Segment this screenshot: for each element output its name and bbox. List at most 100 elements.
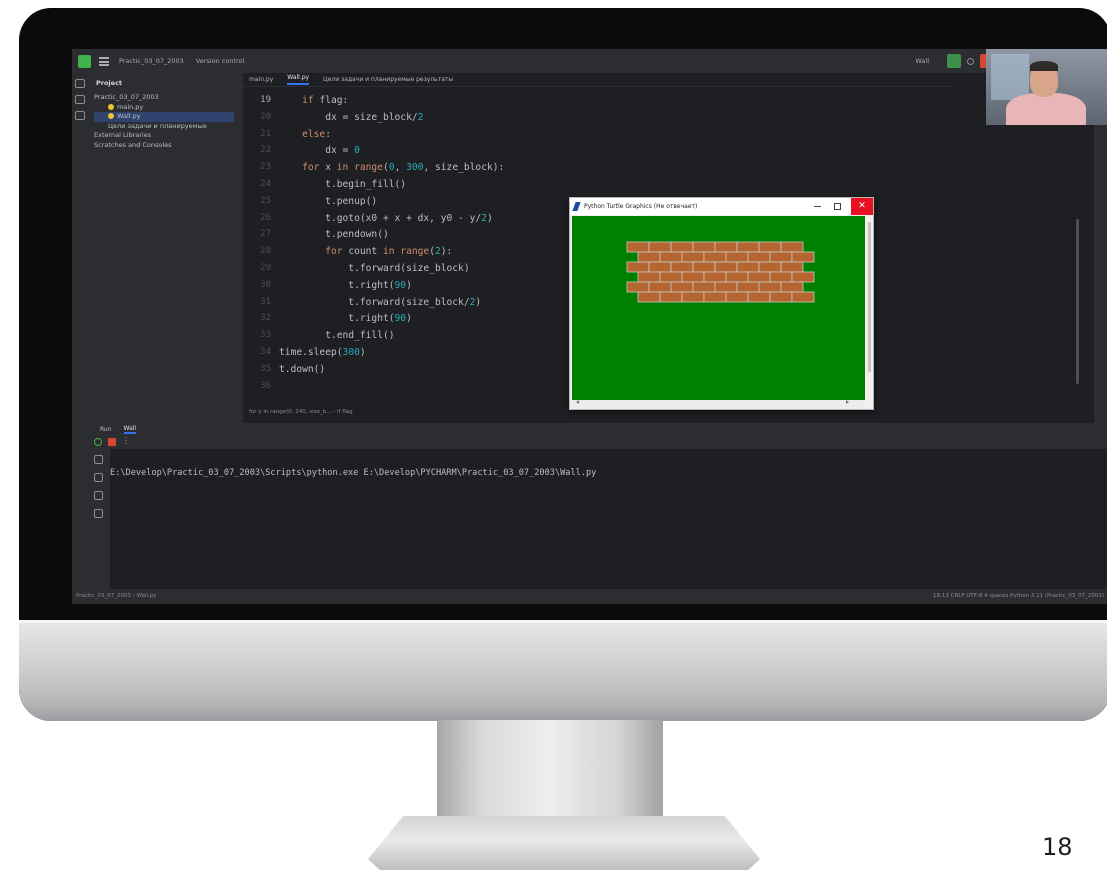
status-bar: Practic_03_07_2003 › Wall.py 18:13 CRLF …: [72, 589, 1107, 604]
status-info[interactable]: 18:13 CRLF UTF-8 4 spaces Python 3.11 (P…: [933, 593, 1104, 599]
run-console[interactable]: E:\Develop\Practic_03_07_2003\Scripts\py…: [110, 449, 1107, 589]
code-token: ):: [440, 246, 453, 258]
scroll-right-icon[interactable]: [846, 400, 849, 404]
line-number: 25: [260, 195, 271, 206]
code-line: t.forward(size_block): [279, 263, 504, 280]
editor-scrollbar[interactable]: [1076, 219, 1079, 384]
project-tree-item-label: Practic_03_07_2003: [94, 93, 159, 101]
more-tools-icon[interactable]: [75, 111, 85, 120]
brick: [769, 291, 793, 303]
editor-breadcrumb[interactable]: for y in range(0, 240, size_b... › if fl…: [243, 409, 1043, 421]
turtle-window-titlebar[interactable]: Python Turtle Graphics (Не отвечает) ✕: [570, 198, 873, 215]
line-number-gutter: 19 20 21 22 23 24 25 26 27 28 29 30 31 32 33 34 35 36: [243, 95, 271, 397]
brick: [659, 251, 683, 263]
code-token: ): [406, 313, 412, 325]
project-tree-item[interactable]: External Libraries: [94, 131, 234, 141]
brick: [648, 261, 672, 273]
webcam-presenter-hair: [1030, 61, 1058, 71]
code-token: range: [400, 246, 430, 258]
hamburger-menu-icon[interactable]: [99, 56, 109, 66]
print-icon[interactable]: [94, 491, 103, 500]
python-feather-icon: [572, 202, 581, 211]
rerun-icon[interactable]: [94, 438, 102, 446]
code-token: 0: [354, 145, 360, 157]
line-number: 24: [260, 178, 271, 189]
run-button[interactable]: [947, 54, 961, 68]
project-tree-item[interactable]: Цели задачи и планируемые: [94, 122, 234, 132]
code-token: in: [336, 162, 349, 174]
maximize-icon[interactable]: [834, 203, 841, 210]
project-tree-item-label: Scratches and Consoles: [94, 140, 172, 149]
code-token: t.penup(): [279, 195, 378, 207]
ide-screen: Practic_03_07_2003 Version control Wall …: [72, 49, 1107, 604]
turtle-window-title: Python Turtle Graphics (Не отвечает): [584, 203, 698, 210]
line-number: 19: [260, 95, 271, 105]
code-token: 300: [342, 346, 360, 358]
structure-tool-icon[interactable]: [75, 95, 85, 104]
page-number: 18: [1042, 833, 1073, 861]
line-number: 20: [260, 111, 271, 122]
stop-run-icon[interactable]: [108, 438, 116, 446]
brick: [780, 261, 804, 273]
code-line: t.pendown(): [279, 229, 504, 246]
monitor-stand-neck: [437, 720, 663, 818]
project-tree-item[interactable]: main.py: [94, 103, 234, 113]
more-options-icon[interactable]: ⋮: [122, 436, 130, 445]
brick: [703, 271, 727, 283]
project-tool-icon[interactable]: [75, 79, 85, 88]
turtle-horizontal-scrollbar[interactable]: [572, 400, 865, 407]
trash-icon[interactable]: [94, 509, 103, 518]
project-name[interactable]: Practic_03_07_2003: [119, 57, 184, 65]
webcam-presenter-body: [1006, 93, 1086, 125]
debug-icon[interactable]: [967, 57, 974, 65]
scroll-left-icon[interactable]: [576, 400, 579, 404]
brick: [692, 261, 716, 273]
scroll-to-end-icon[interactable]: [94, 455, 103, 464]
editor-tab[interactable]: main.py: [249, 76, 273, 83]
run-config-selector[interactable]: Wall: [915, 57, 929, 65]
status-breadcrumb[interactable]: Practic_03_07_2003 › Wall.py: [76, 593, 157, 599]
code-token: t.end_fill(): [279, 330, 395, 342]
editor-tab[interactable]: Wall.py: [287, 74, 310, 85]
run-panel-label: Run: [100, 425, 112, 433]
code-line: dx = size_block/2: [279, 112, 504, 129]
minimize-icon[interactable]: [814, 206, 821, 207]
line-number: 32: [260, 313, 271, 324]
brick: [747, 251, 771, 263]
project-tree-item-label: External Libraries: [94, 131, 152, 139]
line-number: 31: [260, 296, 271, 307]
version-control[interactable]: Version control: [196, 57, 245, 65]
code-token: count: [342, 246, 383, 258]
brick: [769, 251, 793, 263]
project-tree-item[interactable]: Wall.py: [94, 112, 234, 122]
code-token: ): [406, 279, 412, 291]
code-token: t.right(: [279, 313, 395, 325]
code-token: ): [359, 346, 366, 358]
line-number: 21: [260, 128, 271, 139]
line-number: 36: [260, 380, 271, 391]
editor-tab[interactable]: Цели задачи и планируемые результаты: [323, 76, 453, 83]
code-line: if flag:: [279, 95, 504, 112]
code-line: else:: [279, 129, 504, 146]
project-tree-item-label: main.py: [117, 102, 144, 111]
brick: [637, 251, 661, 263]
code-token: if: [302, 95, 314, 106]
turtle-vertical-scrollbar[interactable]: [868, 222, 871, 372]
run-config-tab[interactable]: Wall: [123, 425, 137, 434]
project-tree-item[interactable]: Scratches and Consoles: [94, 141, 234, 151]
code-area[interactable]: if flag: dx = size_block/2 else: dx = 0 …: [279, 95, 504, 397]
monitor-chin: [19, 620, 1107, 721]
monitor-stand-base: [368, 816, 760, 870]
project-tree-item[interactable]: Practic_03_07_2003: [94, 93, 234, 103]
brick: [769, 271, 793, 283]
line-number: 28: [260, 246, 271, 257]
close-icon[interactable]: ✕: [851, 198, 873, 215]
brick: [736, 281, 760, 293]
code-token: for: [302, 162, 320, 174]
code-token: t.begin_fill(): [279, 178, 407, 190]
brick: [659, 291, 683, 303]
code-line: for count in range(2):: [279, 246, 504, 263]
project-panel-title[interactable]: Project: [96, 79, 122, 87]
soft-wrap-icon[interactable]: [94, 473, 103, 482]
